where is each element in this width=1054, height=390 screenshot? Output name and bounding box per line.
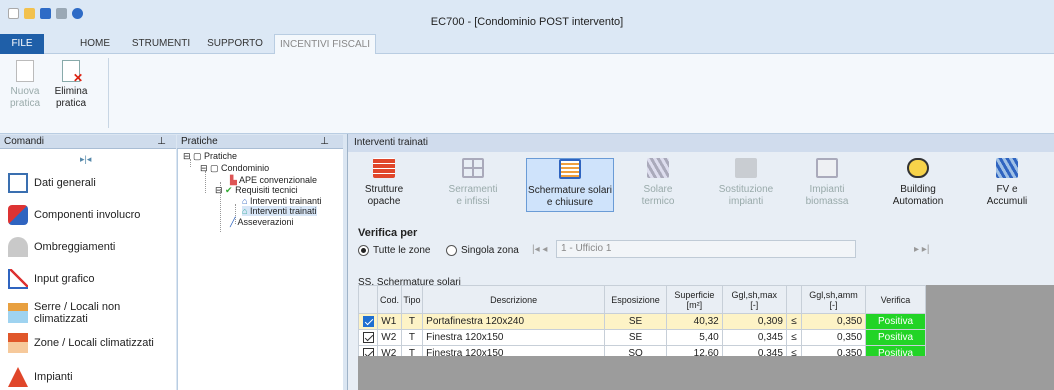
btn-sostituzione-impianti[interactable]: Sostituzione impianti	[710, 158, 782, 212]
btn-impianti-biomassa[interactable]: Impianti biomassa	[792, 158, 862, 212]
automation-icon	[907, 158, 929, 178]
table-row[interactable]: W1 T Portafinestra 120x240 SE 40,32 0,30…	[357, 313, 926, 330]
btn-building-automation[interactable]: Building Automation	[880, 158, 956, 212]
tree-node-asseverazioni[interactable]: ╱ Asseverazioni	[230, 217, 293, 227]
house-icon	[8, 333, 28, 353]
btn-serramenti-infissi[interactable]: Serramenti e infissi	[443, 158, 503, 212]
tab-file[interactable]: FILE	[0, 34, 44, 54]
radio-singola-zona[interactable]: Singola zona	[446, 245, 519, 256]
btn-solare-termico[interactable]: Solare termico	[628, 158, 688, 212]
check-icon: ✔	[225, 185, 233, 195]
col-cod: Cod.	[377, 285, 402, 314]
row-checkbox[interactable]	[362, 331, 374, 343]
col-descrizione: Descrizione	[422, 285, 606, 314]
house-icon: ⌂	[242, 196, 248, 206]
col-ggl-max: Ggl,sh,max [-]	[721, 285, 787, 314]
ribbon-tabs: FILE HOME STRUMENTI SUPPORTO INCENTIVI F…	[0, 34, 1054, 54]
pratiche-tree: ⊟ ▢ Pratiche ⊟ ▢ Condominio ▙ APE conven…	[177, 149, 343, 390]
tab-strumenti[interactable]: STRUMENTI	[126, 34, 196, 54]
cmd-zone-locali[interactable]: Zone / Locali climatizzati	[8, 333, 154, 353]
graphic-input-icon	[8, 269, 28, 289]
tab-home[interactable]: HOME	[70, 34, 120, 54]
ape-icon: ▙	[230, 175, 237, 185]
col-superficie: Superficie [m²]	[666, 285, 723, 314]
tree-node-pratiche[interactable]: ⊟ ▢ Pratiche	[183, 151, 237, 161]
next-last-icon[interactable]: ▸ ▸|	[914, 244, 929, 255]
cmd-serre-locali[interactable]: Serre / Locali non climatizzati	[8, 301, 176, 325]
verifica-per-label: Verifica per	[358, 227, 418, 239]
greenhouse-icon	[8, 303, 28, 323]
boiler-icon	[735, 158, 757, 178]
tab-incentivi-fiscali[interactable]: INCENTIVI FISCALI	[274, 34, 376, 54]
ribbon-separator	[108, 58, 109, 128]
house-icon: ⌂	[242, 206, 248, 216]
btn-schermature-solari[interactable]: Schermature solari e chiusure	[526, 158, 614, 212]
cmd-componenti-involucro[interactable]: Componenti involucro	[8, 205, 140, 225]
cmd-impianti[interactable]: Impianti	[8, 367, 73, 387]
comandi-panel: ▸|◂ Dati generali Componenti involucro O…	[0, 149, 176, 390]
photovoltaic-icon	[996, 158, 1018, 178]
grid-empty-area	[358, 356, 926, 390]
pin-icon[interactable]: ⊥	[157, 135, 166, 149]
solar-panel-icon	[647, 158, 669, 178]
tree-node-interventi-trainati[interactable]: ⌂ Interventi trainati	[242, 206, 317, 216]
tree-node-ape-convenzionale[interactable]: ▙ APE convenzionale	[230, 175, 317, 185]
systems-icon	[8, 367, 28, 387]
radio-selected-icon	[358, 245, 369, 256]
col-ggl-amm: Ggl,sh,amm [-]	[800, 285, 867, 314]
blinds-icon	[559, 159, 581, 179]
document-icon	[8, 173, 28, 193]
components-icon	[8, 205, 28, 225]
collapse-icon[interactable]: ▸|◂	[80, 154, 91, 165]
window-icon	[462, 158, 484, 178]
tree-node-interventi-trainanti[interactable]: ⌂ Interventi trainanti	[242, 196, 322, 206]
radio-tutte-le-zone[interactable]: Tutte le zone	[358, 245, 430, 256]
tree-node-requisiti-tecnici[interactable]: ⊟ ✔ Requisiti tecnici	[215, 185, 298, 195]
ribbon-panel: Nuova pratica ✕ Elimina pratica	[0, 54, 1054, 134]
panel-title: Interventi trainati	[348, 134, 1054, 152]
title-bar: EC700 - [Condominio POST intervento]	[0, 0, 1054, 34]
stove-icon	[816, 158, 838, 178]
first-prev-icon[interactable]: |◂ ◂	[532, 244, 547, 255]
status-badge: Positiva	[865, 313, 926, 330]
col-esposizione: Esposizione	[604, 285, 668, 314]
window-title: EC700 - [Condominio POST intervento]	[430, 16, 624, 28]
grid-empty-area	[926, 285, 1054, 390]
interventi-trainati-panel: Interventi trainati Strutture opache Serr…	[347, 134, 1054, 390]
col-tipo: Tipo	[400, 285, 424, 314]
tab-supporto[interactable]: SUPPORTO	[200, 34, 270, 54]
table-row[interactable]: W2 T Finestra 120x150 SE 5,40 0,345 ≤ 0,…	[357, 329, 926, 346]
btn-strutture-opache[interactable]: Strutture opache	[354, 158, 414, 212]
tree-node-condominio[interactable]: ⊟ ▢ Condominio	[200, 163, 269, 173]
pin-icon[interactable]: ⊥	[320, 135, 329, 149]
elimina-pratica-button[interactable]: ✕ Elimina pratica	[50, 60, 92, 110]
col-verifica: Verifica	[865, 285, 926, 314]
status-badge: Positiva	[865, 329, 926, 346]
pen-icon: ╱	[230, 217, 236, 227]
brick-wall-icon	[373, 158, 395, 178]
row-checkbox[interactable]	[362, 315, 374, 327]
cmd-dati-generali[interactable]: Dati generali	[8, 173, 96, 193]
cmd-input-grafico[interactable]: Input grafico	[8, 269, 95, 289]
delete-document-icon: ✕	[62, 60, 83, 84]
new-document-icon	[16, 60, 34, 82]
cmd-ombreggiamenti[interactable]: Ombreggiamenti	[8, 237, 115, 257]
schermature-table: Cod. Tipo Descrizione Esposizione Superf…	[357, 285, 926, 362]
pratiche-header: Pratiche ⊥	[177, 135, 343, 149]
comandi-header: Comandi ⊥	[0, 135, 176, 149]
shading-icon	[8, 237, 28, 257]
btn-fv-accumuli[interactable]: FV e Accumuli	[972, 158, 1042, 212]
radio-empty-icon	[446, 245, 457, 256]
nuova-pratica-button[interactable]: Nuova pratica	[4, 60, 46, 110]
zone-selector[interactable]: 1 - Ufficio 1	[556, 240, 856, 258]
